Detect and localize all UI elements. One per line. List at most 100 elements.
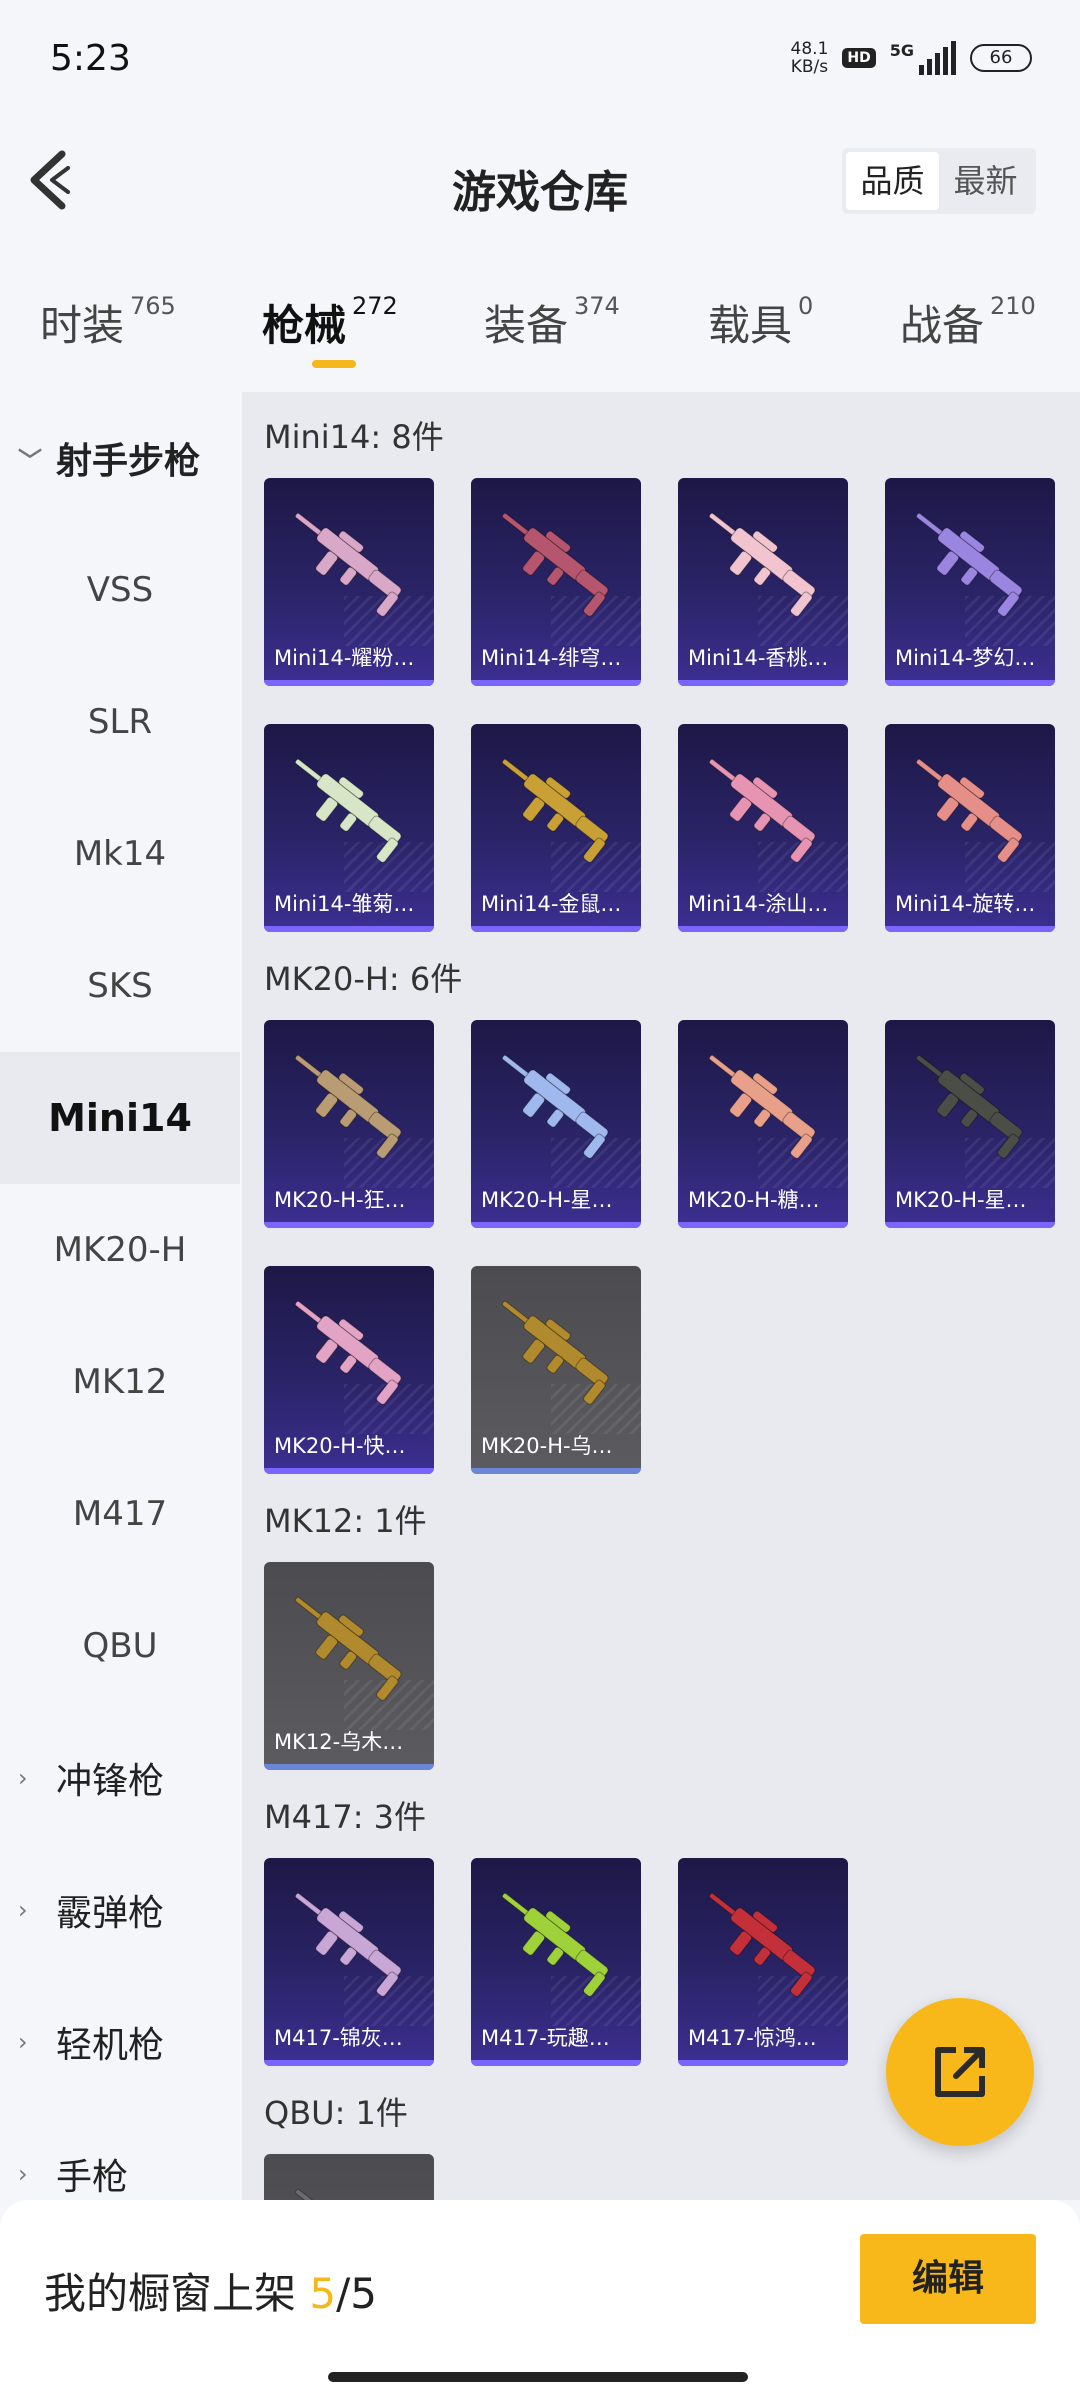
skin-card[interactable]: MK20-H-糖… — [678, 1020, 848, 1228]
rarity-bar — [264, 2060, 434, 2066]
sort-toggle[interactable]: 品质 最新 — [842, 148, 1036, 214]
skin-card-label: M417-惊鸿… — [688, 2026, 817, 2050]
rarity-bar — [885, 1222, 1055, 1228]
weapon-violet-icon — [915, 512, 1023, 617]
tab-equipment[interactable]: 装备 374 — [484, 292, 620, 353]
status-bar: 5:23 48.1 KB/s HD 5G 66 — [0, 0, 1080, 120]
skin-card[interactable]: M417-锦灰… — [264, 1858, 434, 2066]
skin-card-label: Mini14-香桃… — [688, 646, 829, 670]
weapon-ice-icon — [501, 1054, 609, 1159]
skin-card[interactable]: M417-玩趣… — [471, 1858, 641, 2066]
rarity-bar — [264, 1222, 434, 1228]
weapon-blackgold-icon — [501, 1300, 609, 1405]
skin-card-label: Mini14-耀粉… — [274, 646, 415, 670]
skin-card[interactable]: Mini14-涂山… — [678, 724, 848, 932]
sidebar-group-marksman-rifles[interactable]: ﹀ 射手步枪 — [18, 392, 200, 524]
rarity-bar — [678, 926, 848, 932]
rarity-bar — [885, 680, 1055, 686]
sidebar-group-lmg[interactable]: › 轻机枪 — [18, 1976, 164, 2108]
sidebar-item-qbu[interactable]: QBU — [0, 1580, 240, 1712]
sidebar-group-smg[interactable]: › 冲锋枪 — [18, 1712, 164, 1844]
sort-quality-option[interactable]: 品质 — [846, 152, 939, 210]
sidebar-item-mk20h[interactable]: MK20-H — [0, 1184, 240, 1316]
skin-card-label: Mini14-旋转… — [895, 892, 1036, 916]
share-fab[interactable] — [886, 1998, 1034, 2146]
skin-card[interactable]: MK20-H-星… — [885, 1020, 1055, 1228]
showcase-total-count: /5 — [336, 2269, 377, 2318]
skin-card-label: MK20-H-快… — [274, 1434, 406, 1458]
weapon-rose-icon — [708, 758, 816, 863]
section-title-m417: M417: 3件 — [264, 1798, 427, 1836]
weapon-mint-icon — [294, 758, 402, 863]
showcase-label: 我的橱窗上架 5/5 — [44, 2269, 377, 2318]
weapon-grey-icon — [294, 2188, 325, 2200]
skin-card[interactable] — [264, 2154, 434, 2200]
rarity-bar — [264, 926, 434, 932]
skin-card[interactable]: Mini14-金鼠… — [471, 724, 641, 932]
category-tabs: 时装 765 枪械 272 装备 374 载具 0 战备 210 — [0, 270, 1080, 380]
edit-button[interactable]: 编辑 — [860, 2234, 1036, 2324]
rarity-bar — [471, 1222, 641, 1228]
sidebar-item-m417[interactable]: M417 — [0, 1448, 240, 1580]
signal-icon: 5G — [890, 41, 956, 75]
skin-card[interactable]: Mini14-雏菊… — [264, 724, 434, 932]
tab-supplies[interactable]: 战备 210 — [900, 292, 1036, 353]
skin-card[interactable]: M417-惊鸿… — [678, 1858, 848, 2066]
skin-card-label: MK20-H-星… — [481, 1188, 613, 1212]
section-title-mk12: MK12: 1件 — [264, 1502, 427, 1540]
sidebar-item-vss[interactable]: VSS — [0, 524, 240, 656]
skin-card-label: M417-玩趣… — [481, 2026, 610, 2050]
skin-card-label: Mini14-雏菊… — [274, 892, 415, 916]
weapon-dark-icon — [915, 1054, 1023, 1159]
sidebar-item-mini14[interactable]: Mini14 — [0, 1052, 240, 1184]
skin-card-label: MK20-H-星… — [895, 1188, 1027, 1212]
rarity-bar — [471, 680, 641, 686]
rarity-bar — [678, 2060, 848, 2066]
network-speed: 48.1 KB/s — [790, 39, 829, 77]
skin-card[interactable]: MK12-乌木… — [264, 1562, 434, 1770]
weapon-gold-icon — [501, 758, 609, 863]
weapon-coral-icon — [915, 758, 1023, 863]
skin-card[interactable]: MK20-H-星… — [471, 1020, 641, 1228]
section-title-qbu: QBU: 1件 — [264, 2094, 408, 2132]
sidebar-item-mk14[interactable]: Mk14 — [0, 788, 240, 920]
skin-card[interactable]: MK20-H-乌… — [471, 1266, 641, 1474]
skin-card[interactable]: Mini14-香桃… — [678, 478, 848, 686]
weapon-crimson-icon — [501, 512, 609, 617]
chevron-right-icon: › — [18, 1896, 28, 1924]
weapon-lilac-icon — [294, 1892, 402, 1997]
weapon-pink-icon — [294, 512, 402, 617]
weapon-red-icon — [708, 1892, 816, 1997]
tab-guns[interactable]: 枪械 272 — [262, 292, 398, 353]
sidebar-item-mk12[interactable]: MK12 — [0, 1316, 240, 1448]
skin-card[interactable]: Mini14-绯穹… — [471, 478, 641, 686]
skin-card[interactable]: Mini14-耀粉… — [264, 478, 434, 686]
rarity-bar — [264, 680, 434, 686]
weapon-skin-list: Mini14: 8件 Mini14-耀粉… Mini14-绯穹… Mini14-… — [242, 392, 1080, 2200]
skin-card[interactable]: Mini14-旋转… — [885, 724, 1055, 932]
external-share-icon — [935, 2047, 985, 2097]
status-time: 5:23 — [50, 38, 131, 79]
tab-fashion[interactable]: 时装 765 — [40, 292, 176, 353]
rarity-bar — [678, 680, 848, 686]
home-indicator[interactable] — [328, 2372, 748, 2382]
skin-card-label: MK12-乌木… — [274, 1730, 404, 1754]
skin-card-label: Mini14-金鼠… — [481, 892, 622, 916]
weapon-blackgold-icon — [294, 1596, 402, 1701]
chevron-right-icon: › — [18, 2160, 28, 2188]
skin-card[interactable]: MK20-H-快… — [264, 1266, 434, 1474]
weapon-peach-icon — [708, 512, 816, 617]
tab-vehicles[interactable]: 载具 0 — [708, 292, 813, 353]
skin-card[interactable]: MK20-H-狂… — [264, 1020, 434, 1228]
weapon-pink-icon — [294, 1300, 402, 1405]
skin-card[interactable]: Mini14-梦幻… — [885, 478, 1055, 686]
rarity-bar — [471, 2060, 641, 2066]
status-indicators: 48.1 KB/s HD 5G 66 — [791, 40, 1032, 76]
sidebar-item-sks[interactable]: SKS — [0, 920, 240, 1052]
sort-newest-option[interactable]: 最新 — [939, 152, 1032, 210]
showcase-current-count: 5 — [309, 2269, 337, 2318]
sidebar-item-slr[interactable]: SLR — [0, 656, 240, 788]
skin-card-label: MK20-H-糖… — [688, 1188, 820, 1212]
sidebar-group-shotgun[interactable]: › 霰弹枪 — [18, 1844, 164, 1976]
chevron-right-icon: › — [18, 1764, 28, 1792]
